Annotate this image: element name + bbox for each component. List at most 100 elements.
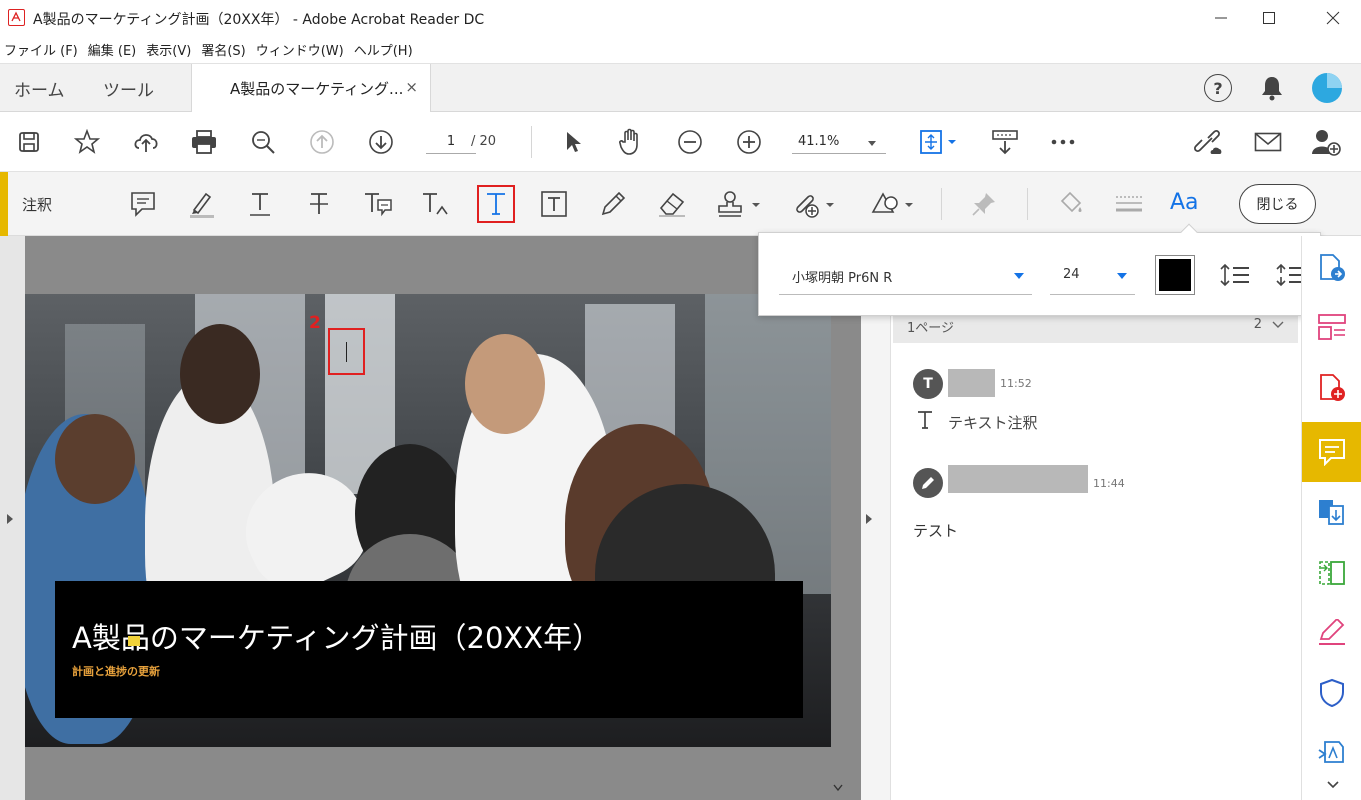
menu-sign[interactable]: 署名(S) [201, 40, 245, 59]
previous-page-icon[interactable] [305, 125, 339, 159]
eraser-icon[interactable] [654, 186, 690, 222]
search-icon[interactable] [246, 125, 280, 159]
page-total: / 20 [471, 134, 497, 149]
window-title: A製品のマーケティング計画（20XX年） - Adobe Acrobat Rea… [33, 12, 485, 28]
close-window-button[interactable] [1305, 0, 1361, 36]
underline-text-icon[interactable] [242, 186, 278, 222]
tab-bar: ホーム ツール A製品のマーケティング... × ? [0, 64, 1361, 112]
comment-text[interactable]: テスト [913, 520, 958, 541]
comment-page-label: 1ページ [907, 321, 955, 336]
collapse-comment-panel-icon [866, 514, 872, 524]
new-text-field[interactable] [328, 328, 365, 375]
pencil-comment-avatar [913, 468, 943, 498]
font-family-select[interactable]: 小塚明朝 Pr6N R [779, 259, 1032, 295]
menu-bar: ファイル (F) 編集 (E) 表示(V) 署名(S) ウィンドウ(W) ヘルプ… [0, 36, 1361, 64]
step-marker-2: 2 [309, 313, 321, 333]
add-text-comment-button[interactable] [477, 185, 515, 223]
chevron-down-icon [1272, 321, 1284, 328]
attach-file-icon[interactable] [787, 186, 837, 222]
select-cursor-icon[interactable] [556, 125, 590, 159]
tab-home[interactable]: ホーム [14, 64, 65, 112]
title-banner: A製品のマーケティング計画（20XX年） 計画と進捗の更新 [55, 581, 803, 718]
account-avatar-icon[interactable] [1311, 72, 1343, 104]
scroll-mode-icon[interactable] [988, 125, 1022, 159]
send-for-review-icon[interactable] [1315, 736, 1349, 770]
zoom-level-value: 41.1% [798, 134, 840, 149]
menu-file[interactable]: ファイル (F) [4, 40, 78, 59]
banner-title[interactable]: A製品のマーケティング計画（20XX年） [72, 615, 601, 657]
star-icon[interactable] [70, 125, 104, 159]
help-icon[interactable]: ? [1204, 74, 1232, 102]
text-properties-button[interactable]: Aa [1170, 190, 1199, 215]
chevron-down-icon [868, 141, 876, 146]
zoom-in-icon[interactable] [732, 125, 766, 159]
maximize-button[interactable] [1241, 0, 1297, 36]
comment-time: 11:44 [1093, 477, 1125, 490]
menu-edit[interactable]: 編集 (E) [88, 40, 137, 59]
create-pdf-icon[interactable] [1315, 371, 1349, 405]
main-toolbar: 1 / 20 41.1% [0, 112, 1361, 172]
fit-page-icon[interactable] [914, 125, 962, 159]
text-annotation-icon [916, 410, 934, 430]
more-tools-icon[interactable] [1046, 125, 1080, 159]
text-properties-popup: 小塚明朝 Pr6N R 24 [758, 223, 1321, 316]
line-spacing-icon[interactable] [1219, 261, 1251, 289]
line-style-icon[interactable] [1111, 186, 1147, 222]
document-tab-label: A製品のマーケティング... [230, 79, 404, 98]
scroll-down-icon[interactable] [833, 784, 843, 794]
menu-view[interactable]: 表示(V) [146, 40, 191, 59]
highlight-icon[interactable] [184, 186, 220, 222]
comment-panel-toggle[interactable] [861, 236, 891, 800]
comment-toolbar-divider [941, 188, 942, 220]
strikethrough-icon[interactable] [301, 186, 337, 222]
fill-sign-icon[interactable] [1315, 616, 1349, 650]
bell-icon[interactable] [1260, 75, 1284, 101]
comment-type-label[interactable]: テキスト注釈 [948, 412, 1038, 433]
hand-tool-icon[interactable] [614, 125, 648, 159]
page-number-input[interactable]: 1 [426, 130, 476, 154]
acrobat-app-icon [8, 9, 25, 26]
text-box-icon[interactable] [536, 186, 572, 222]
chevron-down-icon [1117, 273, 1127, 279]
comment-accent-bar [0, 172, 8, 236]
menu-help[interactable]: ヘルプ(H) [354, 40, 413, 59]
protect-icon[interactable] [1315, 676, 1349, 710]
comment-author-redacted [948, 465, 1088, 493]
share-link-icon[interactable] [1192, 125, 1226, 159]
font-size-select[interactable]: 24 [1050, 259, 1135, 295]
save-icon[interactable] [12, 125, 46, 159]
print-icon[interactable] [187, 125, 221, 159]
next-page-icon[interactable] [364, 125, 398, 159]
close-comment-toolbar-button[interactable]: 閉じる [1239, 184, 1316, 224]
organize-pages-icon[interactable] [1315, 311, 1349, 345]
add-user-icon[interactable] [1309, 125, 1343, 159]
comment-tool-active[interactable] [1302, 422, 1361, 482]
left-panel-toggle[interactable] [0, 236, 25, 800]
pencil-icon [922, 477, 934, 489]
menu-window[interactable]: ウィンドウ(W) [256, 40, 344, 59]
text-color-fill [1159, 259, 1191, 291]
pencil-icon[interactable] [595, 186, 631, 222]
chevron-down-icon[interactable] [1326, 780, 1340, 790]
comment-note-icon[interactable] [128, 636, 140, 646]
stamp-icon[interactable] [713, 186, 763, 222]
replace-text-icon[interactable] [360, 186, 396, 222]
export-pdf-icon[interactable] [1315, 251, 1349, 285]
insert-text-icon[interactable] [418, 186, 454, 222]
combine-files-icon[interactable] [1315, 496, 1349, 530]
shapes-icon[interactable] [866, 186, 916, 222]
compare-files-icon[interactable] [1315, 556, 1349, 590]
text-color-swatch[interactable] [1155, 255, 1195, 295]
tab-document[interactable]: A製品のマーケティング... × [191, 64, 431, 112]
chevron-down-icon [1014, 273, 1024, 279]
zoom-level-select[interactable]: 41.1% [792, 130, 886, 154]
banner-subtitle[interactable]: 計画と進捗の更新 [72, 663, 160, 679]
fill-color-icon[interactable] [1052, 186, 1088, 222]
tab-tools[interactable]: ツール [103, 64, 154, 112]
sticky-note-icon[interactable] [125, 186, 161, 222]
close-tab-icon[interactable]: × [405, 78, 418, 96]
cloud-upload-icon[interactable] [129, 125, 163, 159]
zoom-out-icon[interactable] [673, 125, 707, 159]
email-icon[interactable] [1251, 125, 1285, 159]
pin-icon[interactable] [966, 186, 1002, 222]
